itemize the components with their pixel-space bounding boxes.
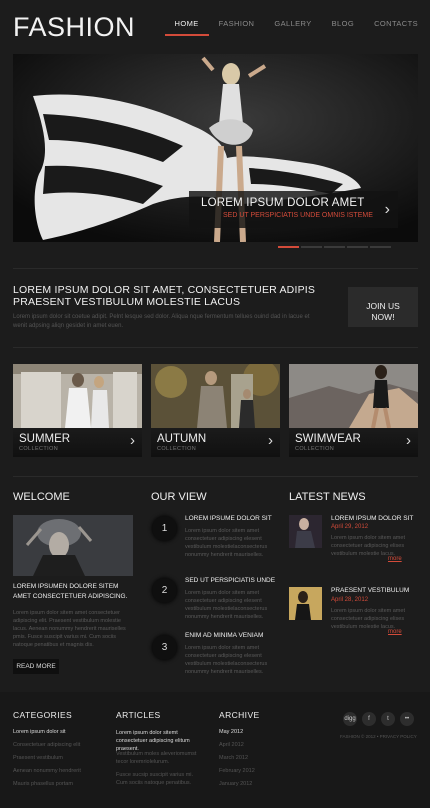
- welcome-text: Lorem ipsum dolor sitem amet consectetue…: [13, 610, 126, 648]
- card-subtitle: COLLECTION: [157, 446, 197, 452]
- category-link[interactable]: Praesent vestibulum: [13, 755, 63, 761]
- our-view-heading: OUR VIEW: [151, 491, 207, 503]
- view-title: SED UT PERSPICIATIS UNDE: [185, 577, 276, 584]
- view-title: LOREM IPSUME DOLOR SIT: [185, 515, 272, 522]
- facebook-icon[interactable]: f: [362, 712, 376, 726]
- article-link[interactable]: Vestibulum moles aleveriomumst tecor lor…: [116, 750, 204, 766]
- welcome-image: [13, 515, 133, 576]
- swimwear-image: [289, 364, 418, 428]
- archive-link[interactable]: May 2012: [219, 729, 243, 735]
- copyright: FASHION © 2012 • PRIVACY POLICY: [340, 734, 417, 739]
- article-link[interactable]: Fusce sucsip suscipit varius mi. Cum soc…: [116, 771, 204, 787]
- card-subtitle: COLLECTION: [19, 446, 59, 452]
- news-date: April 29, 2012: [331, 524, 369, 530]
- nav-home[interactable]: HOME: [164, 19, 209, 36]
- chevron-right-icon: ›: [130, 432, 135, 449]
- site-logo[interactable]: FASHION: [13, 12, 135, 43]
- divider: [13, 347, 418, 348]
- nav-fashion[interactable]: FASHION: [209, 19, 265, 36]
- slide-caption: LOREM IPSUM DOLOR AMET SED UT PERSPICIAT…: [189, 191, 398, 228]
- flickr-icon[interactable]: ••: [400, 712, 414, 726]
- nav-contacts[interactable]: CONTACTS: [364, 19, 418, 36]
- promo-text: Lorem ipsum dolor sit coetue adipit. Pel…: [13, 314, 310, 329]
- summer-image: [13, 364, 142, 428]
- next-slide-chevron-icon[interactable]: ›: [385, 201, 390, 219]
- news-title[interactable]: LOREM IPSUM DOLOR SIT: [331, 515, 413, 522]
- more-link[interactable]: more: [388, 629, 402, 635]
- view-title: ENIM AD MINIMA VENIAM: [185, 632, 264, 639]
- autumn-image: [151, 364, 280, 428]
- category-link[interactable]: Lorem ipsum dolor sit: [13, 729, 66, 735]
- card-title: AUTUMN: [157, 433, 207, 445]
- nav-gallery[interactable]: GALLERY: [264, 19, 321, 36]
- twitter-icon[interactable]: t: [381, 712, 395, 726]
- digg-icon[interactable]: digg: [343, 712, 357, 726]
- card-title: SWIMWEAR: [295, 433, 361, 445]
- nav-blog[interactable]: BLOG: [322, 19, 364, 36]
- collection-card-swimwear[interactable]: SWIMWEAR COLLECTION ›: [289, 364, 418, 457]
- archive-link[interactable]: April 2012: [219, 742, 244, 748]
- card-subtitle: COLLECTION: [295, 446, 335, 452]
- news-text: Lorem ipsum dolor sitem amet consectetue…: [331, 608, 405, 630]
- view-text: Lorem ipsum dolor sitem amet consectetue…: [185, 528, 268, 558]
- view-text: Lorem ipsum dolor sitem amet consectetue…: [185, 590, 268, 620]
- welcome-title: LOREM IPSUMEN DOLORE SITEM AMET CONSECTE…: [13, 583, 128, 600]
- archive-link[interactable]: March 2012: [219, 755, 248, 761]
- card-title: SUMMER: [19, 433, 71, 445]
- more-link[interactable]: more: [388, 556, 402, 562]
- archive-heading: ARCHIVE: [219, 710, 260, 720]
- divider: [13, 268, 418, 269]
- articles-heading: ARTICLES: [116, 710, 161, 720]
- news-thumb[interactable]: [289, 515, 322, 548]
- chevron-right-icon: ›: [268, 432, 273, 449]
- promo-title: LOREM IPSUM DOLOR SIT AMET, CONSECTETUER…: [13, 284, 316, 308]
- step-number: 3: [152, 635, 177, 660]
- slide-title: LOREM IPSUM DOLOR AMET: [201, 197, 365, 209]
- news-thumb[interactable]: [289, 587, 322, 620]
- main-nav: HOME FASHION GALLERY BLOG CONTACTS: [164, 19, 418, 36]
- news-title[interactable]: PRAESENT VESTIBULUM: [331, 587, 409, 594]
- slide-subtitle: SED UT PERSPICIATIS UNDE OMNIS ISTEME: [223, 212, 373, 219]
- categories-heading: CATEGORIES: [13, 710, 73, 720]
- step-number: 1: [152, 516, 177, 541]
- archive-link[interactable]: February 2012: [219, 768, 255, 774]
- category-link[interactable]: Aenean nonummy hendrerit: [13, 768, 81, 774]
- category-link[interactable]: Mauris phasellus portam: [13, 781, 73, 787]
- slide-dot[interactable]: [278, 246, 299, 248]
- archive-link[interactable]: January 2012: [219, 781, 252, 787]
- read-more-button[interactable]: READ MORE: [13, 659, 59, 674]
- divider: [13, 476, 418, 477]
- slider-pagination: [278, 246, 391, 248]
- join-us-button[interactable]: JOIN US NOW!: [348, 287, 418, 327]
- slide-dot[interactable]: [370, 246, 391, 248]
- slide-dot[interactable]: [347, 246, 368, 248]
- view-text: Lorem ipsum dolor sitem amet consectetue…: [185, 645, 268, 675]
- category-link[interactable]: Consectetuer adipiscing elit: [13, 742, 80, 748]
- collection-card-autumn[interactable]: AUTUMN COLLECTION ›: [151, 364, 280, 457]
- slide-dot[interactable]: [301, 246, 322, 248]
- collection-card-summer[interactable]: SUMMER COLLECTION ›: [13, 364, 142, 457]
- chevron-right-icon: ›: [406, 432, 411, 449]
- news-date: April 28, 2012: [331, 597, 369, 603]
- slide-dot[interactable]: [324, 246, 345, 248]
- welcome-heading: WELCOME: [13, 491, 70, 503]
- latest-news-heading: LATEST NEWS: [289, 491, 366, 503]
- news-text: Lorem ipsum dolor sitem amet consectetue…: [331, 535, 405, 557]
- hero-slider: LOREM IPSUM DOLOR AMET SED UT PERSPICIAT…: [13, 54, 418, 242]
- step-number: 2: [152, 578, 177, 603]
